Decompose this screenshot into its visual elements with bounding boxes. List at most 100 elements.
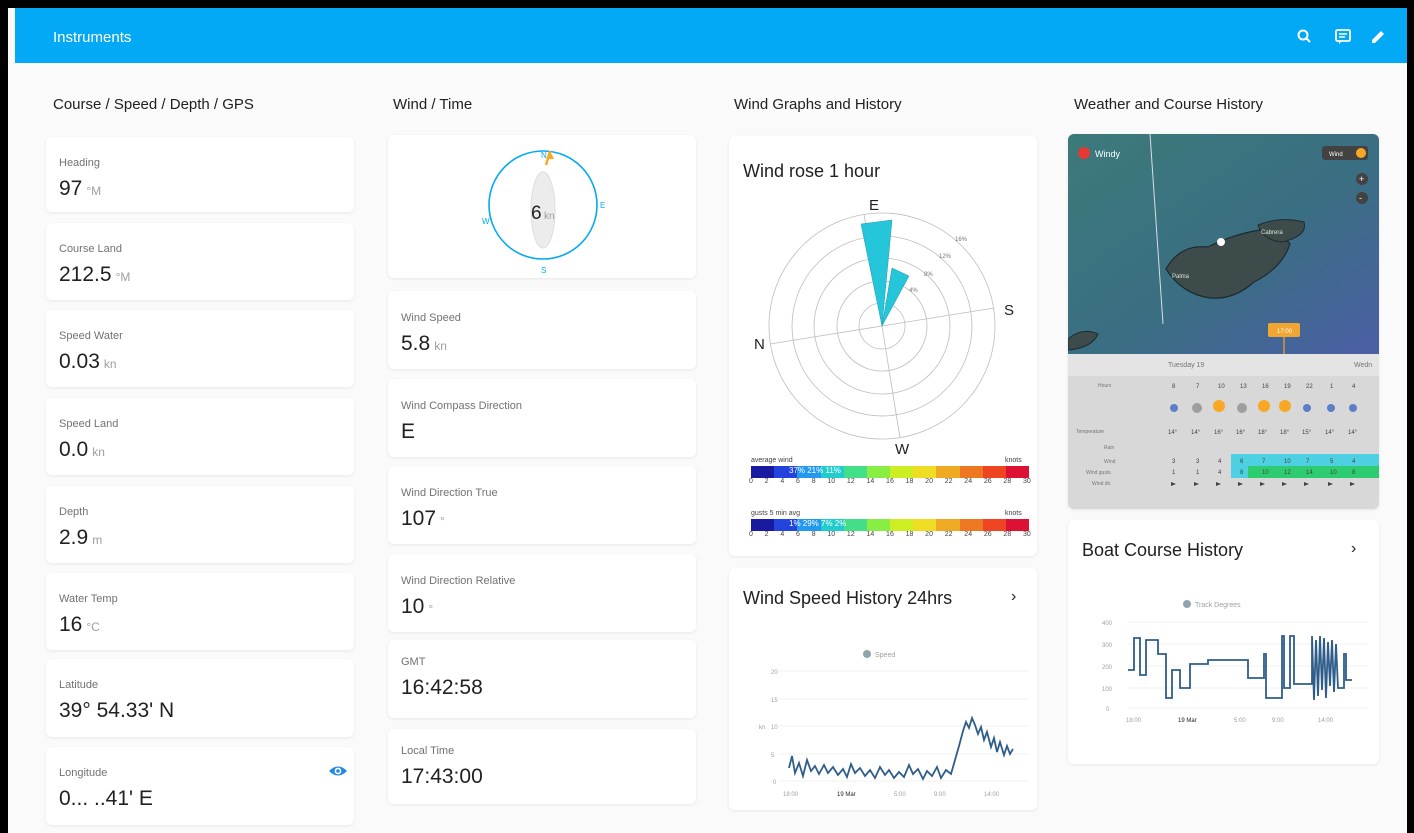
- colorbar-segment: [913, 466, 937, 478]
- day-label: Tuesday 19: [1168, 362, 1205, 369]
- colorbar-segment: [959, 519, 983, 531]
- entity-label: Wind Compass Direction: [401, 400, 523, 412]
- colorbar-tick: 28: [1003, 531, 1012, 538]
- gauge-mark-west: W: [482, 217, 490, 226]
- entity-value: 39° 54.33' N: [59, 699, 175, 722]
- temp-cell: 14°: [1348, 430, 1358, 436]
- entity-card-wind-speed[interactable]: Wind Speed 5.8 kn: [388, 291, 696, 369]
- legend-gust-unit: knots: [1005, 510, 1022, 517]
- chevron-right-icon[interactable]: ›: [1011, 588, 1016, 606]
- colorbar-tick: 2: [764, 531, 769, 538]
- search-icon[interactable]: [1295, 27, 1315, 47]
- colorbar-tick: 20: [925, 531, 933, 538]
- svg-text:+: +: [1359, 174, 1364, 184]
- wind-gauge-card[interactable]: N E S W 6 kn: [388, 135, 696, 278]
- windy-map-card[interactable]: Palma Cabrera Windy Wind + - 17:00 Tuesd…: [1068, 134, 1379, 509]
- moon-icon: [1327, 404, 1335, 412]
- gauge-unit: kn: [544, 211, 555, 222]
- rose-direction-bottom: W: [895, 441, 910, 456]
- colorbar-segment: [913, 519, 937, 531]
- track-degrees-series: [1128, 635, 1352, 701]
- colorbar-tick: 2: [764, 478, 769, 485]
- zoom-out-icon: [1356, 192, 1368, 204]
- entity-card-water-temp[interactable]: Water Temp 16 °C: [46, 573, 354, 650]
- colorbar-tick: 0: [749, 531, 753, 538]
- entity-card-depth[interactable]: Depth 2.9 m: [46, 486, 354, 563]
- entity-value: 212.5 °M: [59, 263, 131, 286]
- legend-swatch: [863, 650, 871, 658]
- rose-ring-label-16: 16%: [955, 237, 968, 243]
- windy-map[interactable]: Palma Cabrera Windy Wind + - 17:00: [1068, 134, 1379, 354]
- sun-icon: [1258, 400, 1270, 412]
- entity-value: 2.9 m: [59, 526, 103, 549]
- entity-card-local-time[interactable]: Local Time 17:43:00: [388, 729, 696, 804]
- y-tick: 5: [771, 753, 775, 759]
- boat-course-history-title: Boat Course History: [1082, 540, 1244, 560]
- y-tick: 15: [771, 698, 778, 704]
- forecast-panel[interactable]: Tuesday 19 Wedn Hours Temperature Rain W…: [1068, 354, 1379, 509]
- colorbar-tick: 8: [811, 478, 816, 485]
- entity-value: 0.03 kn: [59, 350, 117, 373]
- row-label-rain: Rain: [1104, 445, 1115, 451]
- rose-direction-left: N: [754, 336, 765, 353]
- entity-label: Speed Land: [59, 418, 119, 430]
- moon-icon: [1303, 404, 1311, 412]
- entity-value: 107 °: [401, 507, 445, 530]
- colorbar-segment: [866, 519, 891, 531]
- sun-icon: [1213, 400, 1225, 412]
- legend-avg-percentages: 37% 21% 11%: [789, 466, 841, 475]
- wind-speed-history-chart: Speed 20 15 10 5 0 kn 18:00 19 Mar 5:00 …: [759, 650, 1029, 798]
- colorbar-tick: 30: [1022, 478, 1031, 485]
- y-tick: 0: [1106, 707, 1110, 713]
- moon-icon: [1349, 404, 1357, 412]
- pencil-icon[interactable]: [1368, 27, 1388, 47]
- colorbar-tick: 8: [811, 531, 816, 538]
- entity-value: 0.0 kn: [59, 438, 105, 461]
- moon-icon: [1170, 404, 1178, 412]
- colorbar-tick: 12: [846, 478, 855, 485]
- entity-card-heading[interactable]: Heading 97 °M: [46, 137, 354, 212]
- entity-card-wind-direction-true[interactable]: Wind Direction True 107 °: [388, 466, 696, 544]
- colorbar-tick: 30: [1022, 531, 1031, 538]
- entity-card-course-land[interactable]: Course Land 212.5 °M: [46, 223, 354, 300]
- entity-value: 97 °M: [59, 177, 102, 200]
- hour-cell: 13: [1240, 384, 1247, 390]
- colorbar-tick: 6: [796, 531, 800, 538]
- colorbar-tick: 24: [964, 478, 973, 485]
- entity-card-wind-direction-relative[interactable]: Wind Direction Relative 10 °: [388, 554, 696, 632]
- legend-gust-label: gusts 5 min avg: [751, 510, 801, 517]
- cloud-icon: [1237, 403, 1247, 413]
- eye-icon[interactable]: [328, 763, 348, 779]
- boat-course-history-chart: Track Degrees 400 300 200 100 0 18:00 19…: [1102, 600, 1368, 724]
- wind-gauge: N E S W 6 kn: [482, 150, 605, 275]
- message-icon[interactable]: [1333, 27, 1353, 47]
- colorbar-tick: 14: [866, 478, 875, 485]
- colorbar-tick: 22: [944, 478, 953, 485]
- chevron-right-icon[interactable]: ›: [1351, 540, 1356, 558]
- colorbar-segment: [1005, 519, 1030, 531]
- temp-cell: 14°: [1325, 430, 1335, 436]
- gauge-value: 6: [531, 203, 542, 224]
- y-tick: 0: [773, 780, 777, 786]
- colorbar-segment: [982, 519, 1006, 531]
- colorbar-segment: [890, 466, 914, 478]
- colorbar-tick: 16: [886, 531, 894, 538]
- entity-card-longitude[interactable]: Longitude 0... ..41' E: [46, 747, 354, 825]
- wind-speed-history-card[interactable]: Wind Speed History 24hrs › Speed 20 15 1…: [729, 568, 1037, 810]
- legend-label: Speed: [875, 652, 895, 659]
- colorbar-tick: 28: [1003, 478, 1012, 485]
- entity-card-speed-land[interactable]: Speed Land 0.0 kn: [46, 398, 354, 475]
- entity-card-latitude[interactable]: Latitude 39° 54.33' N: [46, 659, 354, 737]
- entity-card-wind-compass[interactable]: Wind Compass Direction E: [388, 379, 696, 457]
- gust-cell: 12: [1284, 470, 1291, 476]
- legend-avg-scale: 0 2 4 6 8 10 12 14 16 18 20 22 24 26 28 30: [749, 478, 1031, 487]
- entity-card-speed-water[interactable]: Speed Water 0.03 kn: [46, 310, 354, 387]
- map-place-label: Cabrera: [1261, 230, 1283, 236]
- row-label-hours: Hours: [1098, 383, 1112, 389]
- x-tick: 5:00: [1234, 718, 1246, 724]
- entity-label: Wind Direction True: [401, 487, 498, 499]
- entity-card-gmt[interactable]: GMT 16:42:58: [388, 640, 696, 718]
- temp-cell: 14°: [1168, 430, 1178, 436]
- wind-rose-card[interactable]: Wind rose 1 hour 16% 12% 8% 4% E S W N a…: [729, 136, 1037, 556]
- boat-course-history-card[interactable]: Boat Course History › Track Degrees 400 …: [1068, 520, 1379, 764]
